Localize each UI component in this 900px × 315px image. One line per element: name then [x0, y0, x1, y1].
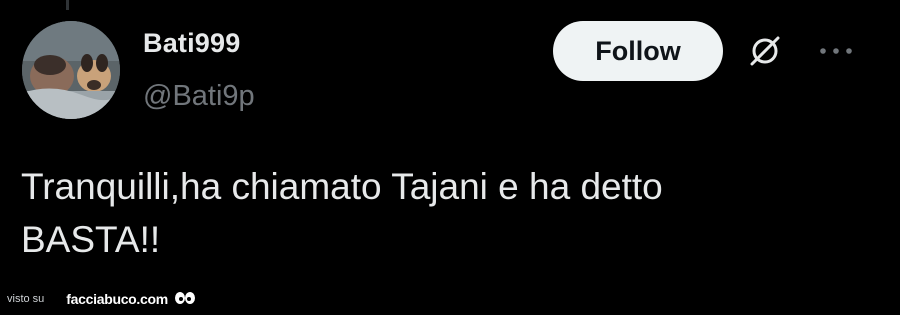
thread-connector-line — [66, 0, 69, 10]
more-horizontal-icon[interactable] — [816, 41, 856, 61]
more-dots-glyph — [820, 48, 852, 54]
watermark: visto su facciabuco.com — [7, 288, 196, 310]
avatar-photo — [22, 21, 120, 119]
watermark-prefix: visto su — [7, 293, 45, 305]
tweet-text: Tranquilli,ha chiamato Tajani e ha detto… — [21, 160, 881, 266]
watermark-site: facciabuco.com — [66, 291, 168, 307]
grok-icon[interactable] — [745, 31, 785, 71]
grok-icon-glyph — [750, 36, 780, 66]
tweet-text-line-2: BASTA!! — [21, 219, 161, 260]
display-name[interactable]: Bati999 — [143, 28, 240, 59]
follow-button[interactable]: Follow — [553, 21, 723, 81]
tweet-text-line-1: Tranquilli,ha chiamato Tajani e ha detto — [21, 166, 663, 207]
watermark-eyes-icon — [174, 292, 195, 304]
user-handle[interactable]: @Bati9p — [143, 80, 255, 113]
avatar[interactable] — [22, 21, 120, 119]
